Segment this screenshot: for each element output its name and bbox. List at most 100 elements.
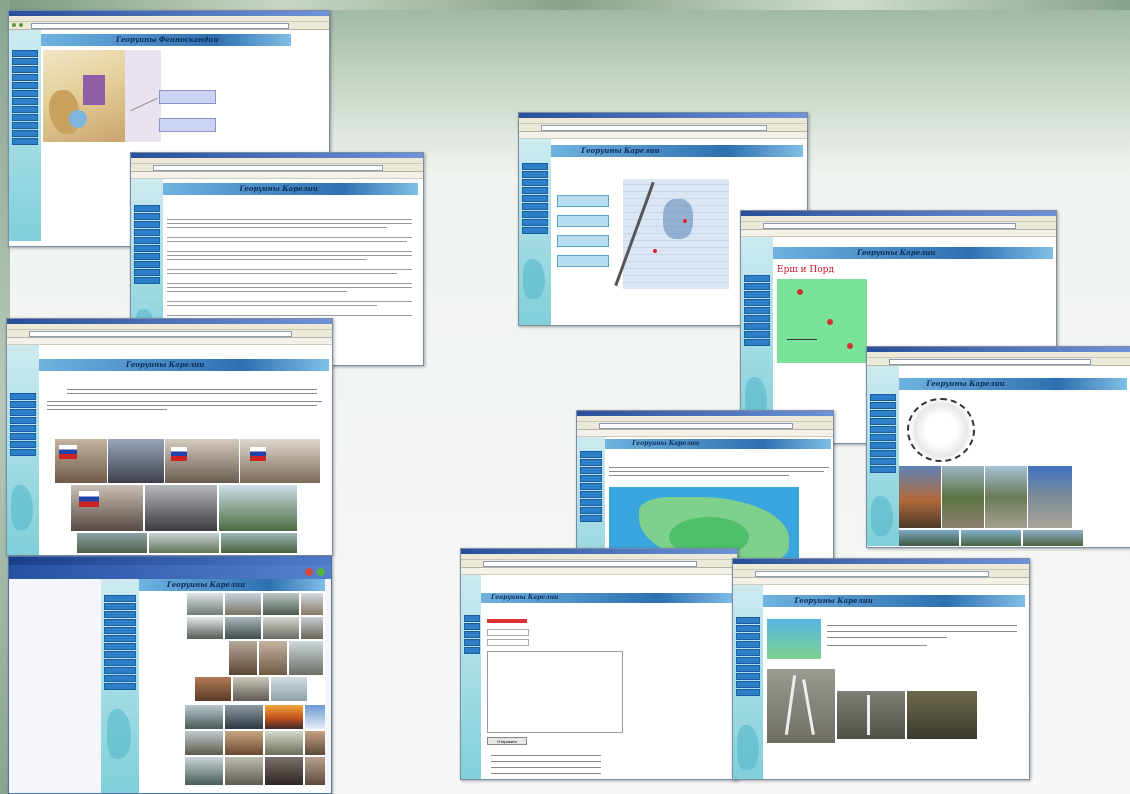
nav-item[interactable] bbox=[464, 631, 480, 638]
nav-item[interactable] bbox=[134, 277, 160, 284]
back-button-icon[interactable] bbox=[12, 23, 16, 27]
nav-item[interactable] bbox=[464, 647, 480, 654]
nav-item[interactable] bbox=[870, 450, 896, 457]
nav-item[interactable] bbox=[10, 449, 36, 456]
url-field[interactable] bbox=[541, 125, 767, 131]
landscape-photo[interactable] bbox=[985, 466, 1027, 528]
nav-item[interactable] bbox=[104, 651, 136, 658]
nav-item[interactable] bbox=[10, 393, 36, 400]
nav-item[interactable] bbox=[104, 603, 136, 610]
conference-photo[interactable] bbox=[145, 485, 217, 531]
gallery-thumbnail[interactable] bbox=[263, 617, 299, 639]
nav-item[interactable] bbox=[104, 667, 136, 674]
info-callout[interactable] bbox=[159, 118, 216, 132]
conference-photo[interactable] bbox=[165, 439, 239, 483]
address-bar[interactable] bbox=[741, 222, 1056, 230]
nav-item[interactable] bbox=[580, 507, 602, 514]
url-field[interactable] bbox=[31, 23, 289, 29]
nav-item[interactable] bbox=[736, 617, 760, 624]
nav-item[interactable] bbox=[134, 229, 160, 236]
email-field[interactable] bbox=[487, 639, 529, 646]
nav-item[interactable] bbox=[134, 261, 160, 268]
url-field[interactable] bbox=[755, 571, 989, 577]
nav-item[interactable] bbox=[12, 82, 38, 89]
nav-item[interactable] bbox=[580, 491, 602, 498]
landscape-photo[interactable] bbox=[899, 466, 941, 528]
nav-item[interactable] bbox=[104, 683, 136, 690]
landscape-photo[interactable] bbox=[899, 530, 959, 546]
nav-item[interactable] bbox=[464, 615, 480, 622]
nav-item[interactable] bbox=[744, 323, 770, 330]
nav-item[interactable] bbox=[870, 410, 896, 417]
browser-window-stamp-photos[interactable]: Георуины Карелии bbox=[866, 346, 1130, 548]
nav-item[interactable] bbox=[870, 394, 896, 401]
info-callout[interactable] bbox=[159, 90, 216, 104]
address-bar[interactable] bbox=[9, 22, 329, 30]
browser-window-feedback-form[interactable]: Георуины Карелии Отправить bbox=[460, 548, 738, 780]
nav-item[interactable] bbox=[10, 441, 36, 448]
address-bar[interactable] bbox=[461, 560, 737, 568]
nav-item[interactable] bbox=[580, 459, 602, 466]
nav-item[interactable] bbox=[870, 418, 896, 425]
landscape-photo[interactable] bbox=[1023, 530, 1083, 546]
nav-item[interactable] bbox=[522, 203, 548, 210]
url-field[interactable] bbox=[153, 165, 383, 171]
nav-item[interactable] bbox=[12, 50, 38, 57]
nav-item[interactable] bbox=[736, 641, 760, 648]
gallery-thumbnail[interactable] bbox=[185, 705, 223, 729]
nav-item[interactable] bbox=[736, 625, 760, 632]
browser-window-photo-gallery[interactable]: Георуины Карелии bbox=[8, 556, 332, 794]
nav-item[interactable] bbox=[736, 657, 760, 664]
gallery-thumbnail[interactable] bbox=[185, 757, 223, 785]
nav-item[interactable] bbox=[736, 665, 760, 672]
conference-photo[interactable] bbox=[71, 485, 143, 531]
nav-item[interactable] bbox=[134, 213, 160, 220]
nav-item[interactable] bbox=[12, 130, 38, 137]
gallery-thumbnail[interactable] bbox=[305, 757, 325, 785]
mini-map-image[interactable] bbox=[767, 619, 821, 659]
nav-item[interactable] bbox=[104, 595, 136, 602]
url-field[interactable] bbox=[29, 331, 292, 337]
conference-photo[interactable] bbox=[240, 439, 320, 483]
gallery-thumbnail[interactable] bbox=[225, 593, 261, 615]
address-bar[interactable] bbox=[519, 124, 807, 132]
nav-item[interactable] bbox=[10, 401, 36, 408]
nav-item[interactable] bbox=[744, 339, 770, 346]
satellite-photo[interactable] bbox=[767, 669, 835, 743]
gallery-thumbnail[interactable] bbox=[265, 757, 303, 785]
url-field[interactable] bbox=[889, 359, 1091, 365]
landscape-photo[interactable] bbox=[942, 466, 984, 528]
nav-item[interactable] bbox=[12, 106, 38, 113]
url-field[interactable] bbox=[483, 561, 697, 567]
nav-item[interactable] bbox=[736, 681, 760, 688]
satellite-photo[interactable] bbox=[907, 691, 977, 739]
nav-item[interactable] bbox=[464, 639, 480, 646]
gallery-thumbnail[interactable] bbox=[195, 677, 231, 701]
nav-item[interactable] bbox=[104, 675, 136, 682]
conference-photo[interactable] bbox=[108, 439, 164, 483]
nav-item[interactable] bbox=[104, 619, 136, 626]
gallery-thumbnail[interactable] bbox=[265, 731, 303, 755]
browser-window-satellite-photos[interactable]: Георуины Карелии bbox=[732, 558, 1030, 780]
nav-item[interactable] bbox=[736, 689, 760, 696]
conference-photo[interactable] bbox=[221, 533, 297, 553]
gallery-thumbnail[interactable] bbox=[301, 593, 323, 615]
gallery-thumbnail[interactable] bbox=[265, 705, 303, 729]
nav-item[interactable] bbox=[464, 623, 480, 630]
nav-item[interactable] bbox=[12, 58, 38, 65]
gallery-thumbnail[interactable] bbox=[225, 705, 263, 729]
nav-item[interactable] bbox=[744, 283, 770, 290]
nav-item[interactable] bbox=[870, 426, 896, 433]
address-bar[interactable] bbox=[867, 358, 1130, 366]
nav-item[interactable] bbox=[870, 434, 896, 441]
url-field[interactable] bbox=[599, 423, 793, 429]
gallery-thumbnail[interactable] bbox=[187, 617, 223, 639]
gallery-thumbnail[interactable] bbox=[233, 677, 269, 701]
nav-item[interactable] bbox=[10, 417, 36, 424]
conference-photo[interactable] bbox=[149, 533, 219, 553]
nav-item[interactable] bbox=[12, 138, 38, 145]
nav-item[interactable] bbox=[744, 299, 770, 306]
nav-item[interactable] bbox=[736, 649, 760, 656]
nav-item[interactable] bbox=[12, 66, 38, 73]
gallery-thumbnail[interactable] bbox=[187, 593, 223, 615]
